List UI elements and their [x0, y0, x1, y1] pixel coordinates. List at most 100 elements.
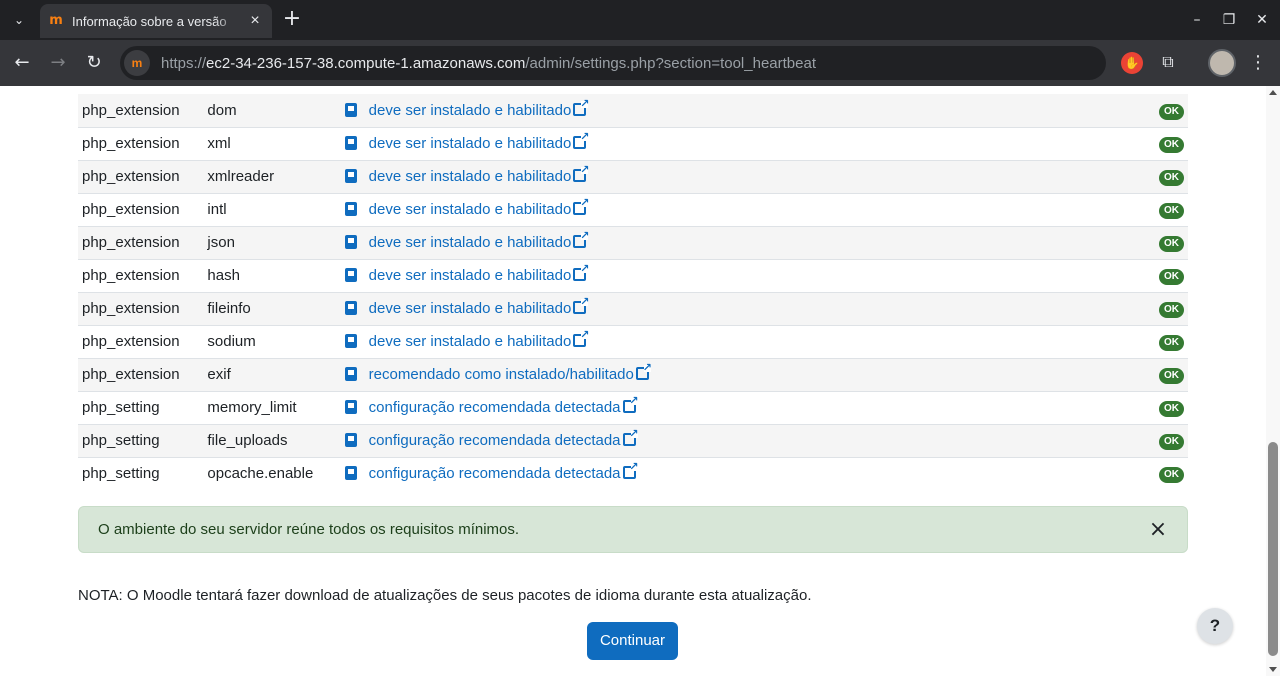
report-link-text: deve ser instalado e habilitado — [368, 300, 572, 317]
profile-avatar[interactable] — [1208, 49, 1236, 77]
row-report: deve ser instalado e habilitado — [341, 127, 1107, 160]
alert-text: O ambiente do seu servidor reúne todos o… — [98, 521, 520, 538]
external-link-icon — [622, 427, 639, 446]
external-link-icon — [573, 229, 589, 248]
report-link[interactable]: deve ser instalado e habilitado — [368, 130, 590, 152]
site-info-icon[interactable]: m — [124, 50, 150, 76]
row-type: php_extension — [82, 135, 180, 152]
table-row: php_extension fileinfo deve ser instalado … — [78, 292, 1188, 325]
report-link[interactable]: deve ser instalado e habilitado — [368, 196, 590, 218]
language-pack-note: NOTA: O Moodle tentará fazer download de… — [78, 587, 812, 604]
report-link[interactable]: deve ser instalado e habilitado — [369, 163, 590, 185]
tab-search-chevron-icon[interactable]: ⌄ — [6, 8, 32, 32]
status-badge: OK — [1159, 335, 1184, 351]
row-report: configuração recomendada detectada — [341, 457, 1107, 490]
url-host: ec2-34-236-157-38.compute-1.amazonaws.co… — [206, 54, 526, 72]
table-row: php_extension sodium deve ser instalado e … — [78, 325, 1188, 358]
row-status: OK — [1107, 94, 1188, 127]
external-link-icon — [622, 394, 639, 413]
book-icon — [344, 301, 357, 315]
row-status: OK — [1107, 259, 1188, 292]
page-scrollbar[interactable] — [1266, 86, 1280, 676]
row-type: php_extension — [82, 201, 180, 218]
browser-toolbar: ← → ↻ m https://ec2-34-236-157-38.comput… — [0, 40, 1280, 86]
report-link[interactable]: deve ser instalado e habilitado — [368, 295, 590, 317]
report-link[interactable]: deve ser instalado e habilitado — [369, 97, 590, 119]
table-row: php_extension json deve ser instalado e ha… — [78, 226, 1188, 259]
minimize-icon[interactable]: – — [1185, 8, 1209, 32]
table-row: php_extension exif recomendado como instal… — [78, 358, 1188, 391]
window-close-icon[interactable]: ✕ — [1250, 8, 1274, 32]
scroll-down-arrow-icon[interactable] — [1269, 667, 1277, 672]
row-name: xml — [207, 135, 231, 152]
browser-menu-icon[interactable]: ⋮ — [1248, 51, 1268, 75]
row-report: deve ser instalado e habilitado — [341, 259, 1107, 292]
external-link-icon — [573, 262, 589, 281]
book-icon — [344, 202, 357, 216]
external-link-icon — [573, 130, 589, 149]
row-name: opcache.enable — [207, 465, 314, 483]
row-report: deve ser instalado e habilitado — [341, 193, 1107, 226]
status-badge: OK — [1159, 302, 1184, 318]
address-bar[interactable]: m https://ec2-34-236-157-38.compute-1.am… — [120, 46, 1106, 80]
report-link[interactable]: configuração recomendada detectada — [369, 394, 639, 416]
tab-close-icon[interactable]: × — [246, 12, 264, 30]
external-link-icon — [573, 295, 589, 314]
status-badge: OK — [1159, 269, 1184, 285]
report-link[interactable]: configuração recomendada detectada — [368, 460, 639, 483]
report-link[interactable]: deve ser instalado e habilitado — [369, 262, 590, 284]
row-name: xmlreader — [207, 168, 275, 185]
row-name: file_uploads — [207, 432, 288, 449]
row-report: deve ser instalado e habilitado — [341, 325, 1107, 358]
report-link-text: configuração recomendada detectada — [368, 432, 621, 449]
book-icon — [344, 466, 357, 481]
restore-icon[interactable]: ❐ — [1217, 8, 1241, 32]
row-type: php_setting — [82, 432, 160, 449]
book-icon — [344, 136, 357, 150]
report-link[interactable]: configuração recomendada detectada — [368, 427, 639, 449]
row-status: OK — [1107, 226, 1188, 259]
status-badge: OK — [1159, 137, 1184, 153]
url-prefix: https:// — [161, 54, 207, 72]
browser-tab-active[interactable]: m Informação sobre a versão × — [40, 4, 272, 38]
extensions-puzzle-icon[interactable]: ⧉ — [1157, 52, 1179, 74]
report-link[interactable]: recomendado como instalado/habilitado — [369, 361, 652, 383]
row-name: sodium — [207, 333, 256, 350]
row-status: OK — [1107, 193, 1188, 226]
continue-button[interactable]: Continuar — [587, 622, 678, 660]
row-name: json — [207, 234, 235, 251]
row-name: fileinfo — [207, 300, 251, 317]
report-link-text: deve ser instalado e habilitado — [368, 201, 572, 218]
alert-close-icon[interactable]: × — [1148, 517, 1168, 542]
report-link[interactable]: deve ser instalado e habilitado — [368, 328, 590, 350]
book-icon — [344, 169, 357, 183]
row-status: OK — [1107, 358, 1188, 391]
new-tab-plus-icon[interactable]: + — [280, 8, 304, 32]
scroll-thumb[interactable] — [1268, 442, 1278, 656]
url-path: /admin/settings.php?section=tool_heartbe… — [525, 54, 816, 72]
table-row: php_extension hash deve ser instalado e ha… — [78, 259, 1188, 292]
row-name: intl — [207, 201, 227, 218]
row-type: php_extension — [82, 333, 180, 350]
status-badge: OK — [1159, 401, 1184, 417]
report-link-text: deve ser instalado e habilitado — [368, 333, 572, 350]
status-badge: OK — [1159, 434, 1184, 450]
moodle-favicon-icon: m — [49, 13, 63, 28]
help-button[interactable]: ? — [1197, 608, 1233, 644]
row-report: deve ser instalado e habilitado — [341, 94, 1107, 127]
status-badge: OK — [1159, 203, 1184, 219]
back-arrow-icon[interactable]: ← — [10, 51, 34, 75]
extension-stop-icon[interactable]: ✋ — [1121, 52, 1143, 74]
report-link[interactable]: deve ser instalado e habilitado — [369, 229, 590, 251]
scroll-up-arrow-icon[interactable] — [1269, 90, 1277, 95]
report-link-text: configuração recomendada detectada — [368, 465, 621, 483]
forward-arrow-icon[interactable]: → — [46, 51, 70, 75]
reload-icon[interactable]: ↻ — [82, 51, 106, 75]
table-row: php_extension intl deve ser instalado e ha… — [78, 193, 1188, 226]
table-row: php_setting opcache.enable configuração re… — [78, 457, 1188, 490]
row-type: php_extension — [82, 168, 180, 185]
report-link-text: deve ser instalado e habilitado — [368, 135, 572, 152]
book-icon — [344, 268, 357, 282]
row-report: deve ser instalado e habilitado — [341, 292, 1107, 325]
row-name: hash — [207, 267, 240, 284]
